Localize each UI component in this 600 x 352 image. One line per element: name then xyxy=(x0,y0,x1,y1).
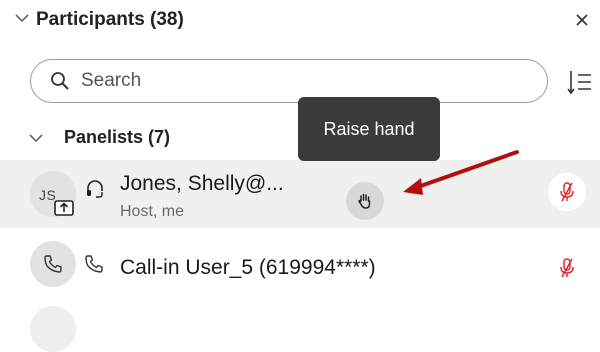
share-screen-icon xyxy=(53,197,75,217)
avatar xyxy=(30,306,76,352)
sort-list-icon xyxy=(567,71,591,95)
microphone-muted-icon[interactable] xyxy=(557,257,577,279)
participants-title[interactable]: Participants (38) xyxy=(36,9,184,31)
phone-icon xyxy=(84,254,104,274)
raise-hand-icon xyxy=(358,193,371,209)
close-button[interactable] xyxy=(570,8,594,32)
phone-icon xyxy=(44,255,62,273)
close-icon xyxy=(576,14,588,26)
annotation-arrow-icon xyxy=(403,150,519,195)
panelists-section-title[interactable]: Panelists (7) xyxy=(64,127,170,148)
avatar xyxy=(30,241,76,287)
mute-toggle-button[interactable] xyxy=(548,173,586,211)
headset-icon xyxy=(84,178,106,200)
participants-collapse-chevron-icon[interactable] xyxy=(14,10,30,26)
microphone-muted-icon xyxy=(560,182,574,202)
panelists-collapse-chevron-icon[interactable] xyxy=(28,130,44,146)
participant-name: Call-in User_5 (619994****) xyxy=(120,256,376,279)
participant-name: Jones, Shelly@... xyxy=(120,172,284,195)
participant-role: Host, me xyxy=(120,203,185,220)
search-icon xyxy=(50,71,70,91)
sort-button[interactable] xyxy=(567,68,593,96)
search-placeholder: Search xyxy=(81,70,142,91)
raise-hand-button[interactable] xyxy=(346,182,384,220)
